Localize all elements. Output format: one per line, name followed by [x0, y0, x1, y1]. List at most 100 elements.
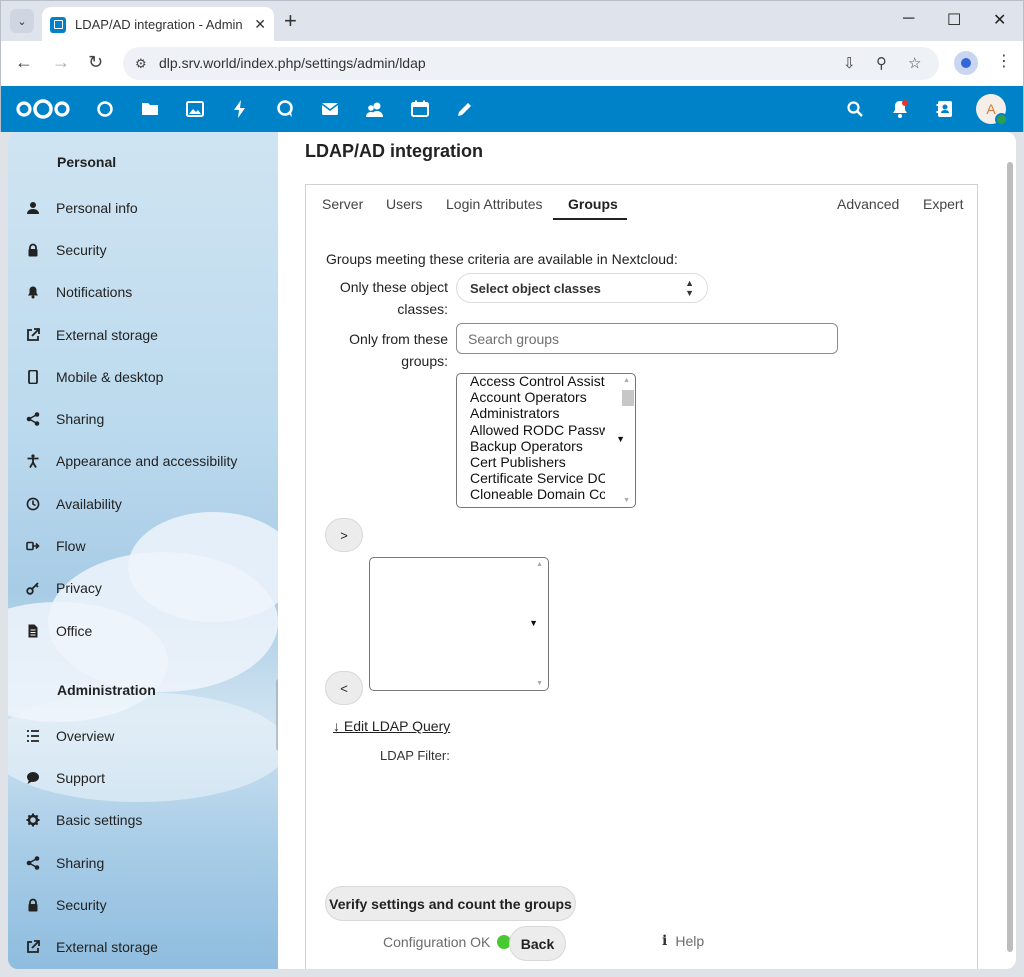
sidebar-item-privacy[interactable]: Privacy — [26, 573, 102, 603]
files-icon[interactable] — [139, 98, 161, 120]
sidebar-item-admin-external-storage[interactable]: External storage — [26, 932, 158, 962]
sidebar-item-notifications[interactable]: Notifications — [26, 277, 132, 307]
scroll-up-icon[interactable]: ▲ — [623, 377, 630, 384]
sidebar-item-label: Basic settings — [56, 812, 143, 828]
list-item[interactable]: Access Control Assistance Operators — [457, 374, 605, 389]
window-minimize-button[interactable]: ─ — [903, 10, 914, 28]
bookmark-star-icon[interactable]: ☆ — [908, 54, 921, 72]
scroll-down-icon[interactable]: ▼ — [623, 497, 630, 504]
tab-expert[interactable]: Expert — [923, 196, 963, 212]
address-bar[interactable]: ⚙ dlp.srv.world/index.php/settings/admin… — [123, 47, 939, 80]
browser-toolbar: ← → ↻ ⚙ dlp.srv.world/index.php/settings… — [0, 41, 1024, 86]
nextcloud-favicon-icon — [50, 16, 66, 33]
help-link-label: Help — [675, 933, 705, 949]
sidebar-item-basic-settings[interactable]: Basic settings — [26, 805, 142, 835]
sidebar-item-sharing[interactable]: Sharing — [26, 404, 104, 434]
sidebar-item-label: Personal info — [56, 200, 138, 216]
nextcloud-logo-icon[interactable] — [15, 97, 71, 121]
zoom-icon[interactable]: ⚲ — [876, 54, 887, 72]
page-title: LDAP/AD integration — [305, 141, 483, 161]
sidebar-item-availability[interactable]: Availability — [26, 489, 122, 519]
object-classes-label-line2: classes: — [397, 301, 448, 317]
sidebar-item-label: Availability — [56, 496, 122, 512]
sidebar-item-label: Sharing — [56, 411, 105, 427]
bell-icon — [26, 285, 40, 299]
browser-tab-title: LDAP/AD integration - Administration — [75, 17, 243, 32]
groups-label-line1: Only from these — [349, 331, 448, 347]
selected-groups-list[interactable]: ▲ ▼ ▼ — [369, 557, 549, 691]
sidebar-item-office[interactable]: Office — [26, 616, 92, 646]
mail-icon[interactable] — [319, 98, 341, 120]
reload-icon[interactable]: ↻ — [88, 52, 103, 73]
sidebar-item-admin-security[interactable]: Security — [26, 890, 107, 920]
sidebar-item-admin-sharing[interactable]: Sharing — [26, 848, 104, 878]
activity-icon[interactable] — [229, 98, 251, 120]
sidebar-item-overview[interactable]: Overview — [26, 721, 114, 751]
address-url[interactable]: dlp.srv.world/index.php/settings/admin/l… — [159, 55, 426, 71]
install-app-icon[interactable]: ⇩ — [843, 54, 856, 72]
scroll-up-icon[interactable]: ▲ — [536, 561, 543, 568]
main-scrollbar[interactable] — [1007, 162, 1013, 952]
notes-pencil-icon[interactable] — [454, 98, 476, 120]
ldap-wizard-panel: Server Users Login Attributes Groups Adv… — [305, 184, 978, 969]
help-link[interactable]: i Help — [662, 933, 704, 949]
list-item[interactable]: Backup Operators — [457, 438, 605, 454]
photos-icon[interactable] — [184, 98, 206, 120]
notifications-bell-icon[interactable] — [889, 98, 911, 120]
caret-down-icon: ▼ — [529, 618, 538, 628]
window-close-button[interactable]: ✕ — [993, 10, 1006, 30]
back-button[interactable]: Back — [509, 926, 566, 961]
object-classes-select[interactable]: Select object classes ▲ ▼ — [456, 273, 708, 303]
site-settings-icon[interactable]: ⚙ — [135, 56, 147, 72]
calendar-icon[interactable] — [409, 98, 431, 120]
sidebar-item-label: Flow — [56, 538, 86, 554]
browser-tab-active[interactable]: LDAP/AD integration - Administration ✕ — [42, 7, 274, 42]
forward-arrow-icon[interactable]: → — [52, 52, 70, 73]
list-item[interactable]: Account Operators — [457, 389, 605, 405]
sidebar-item-label: Notifications — [56, 284, 133, 300]
window-maximize-button[interactable]: ☐ — [947, 10, 961, 30]
talk-icon[interactable] — [274, 98, 296, 120]
user-avatar[interactable]: A — [976, 94, 1008, 126]
sidebar-item-label: Security — [56, 897, 107, 913]
tab-close-icon[interactable]: ✕ — [254, 16, 266, 33]
list-item[interactable]: Cloneable Domain Controllers — [457, 486, 605, 502]
list-item[interactable]: Allowed RODC Password Replication Group — [457, 422, 605, 438]
back-arrow-icon[interactable]: ← — [15, 52, 33, 73]
sidebar-item-personal-info[interactable]: Personal info — [26, 193, 138, 223]
object-classes-label-line1: Only these object — [339, 279, 448, 295]
tab-search-icon[interactable]: ⌄ — [10, 9, 34, 33]
contacts-menu-icon[interactable] — [934, 98, 956, 120]
search-groups-input[interactable] — [456, 323, 838, 354]
add-group-button[interactable]: > — [325, 518, 363, 552]
tab-server[interactable]: Server — [322, 196, 363, 212]
tab-login-attributes[interactable]: Login Attributes — [446, 196, 543, 212]
browser-menu-icon[interactable]: ⋮ — [996, 51, 1012, 71]
unified-search-icon[interactable] — [844, 98, 866, 120]
new-tab-button[interactable]: + — [284, 10, 297, 32]
edit-ldap-query-link[interactable]: ↓ Edit LDAP Query — [333, 718, 450, 734]
remove-group-button[interactable]: < — [325, 671, 363, 705]
browser-profile-icon[interactable] — [954, 51, 978, 75]
chat-icon — [26, 771, 40, 785]
tab-advanced[interactable]: Advanced — [837, 196, 899, 212]
object-classes-select-value: Select object classes — [470, 280, 601, 296]
list-item[interactable]: Cert Publishers — [457, 454, 605, 470]
tab-users[interactable]: Users — [386, 196, 423, 212]
sidebar-item-flow[interactable]: Flow — [26, 531, 86, 561]
available-groups-list[interactable]: Access Control Assistance Operators Acco… — [456, 373, 636, 508]
scroll-down-icon[interactable]: ▼ — [536, 680, 543, 687]
list-item[interactable]: Certificate Service DCOM Access — [457, 470, 605, 486]
external-link-icon — [26, 328, 40, 342]
verify-settings-button[interactable]: Verify settings and count the groups — [325, 886, 576, 921]
scrollbar-thumb[interactable] — [622, 390, 634, 406]
sidebar-item-appearance[interactable]: Appearance and accessibility — [26, 446, 237, 476]
tab-groups[interactable]: Groups — [568, 196, 618, 212]
sidebar-item-mobile-desktop[interactable]: Mobile & desktop — [26, 362, 163, 392]
sidebar-item-support[interactable]: Support — [26, 763, 105, 793]
contacts-icon[interactable] — [364, 98, 386, 120]
dashboard-icon[interactable] — [94, 98, 116, 120]
list-item[interactable]: Administrators — [457, 405, 605, 421]
sidebar-item-security[interactable]: Security — [26, 235, 107, 265]
sidebar-item-external-storage[interactable]: External storage — [26, 320, 158, 350]
